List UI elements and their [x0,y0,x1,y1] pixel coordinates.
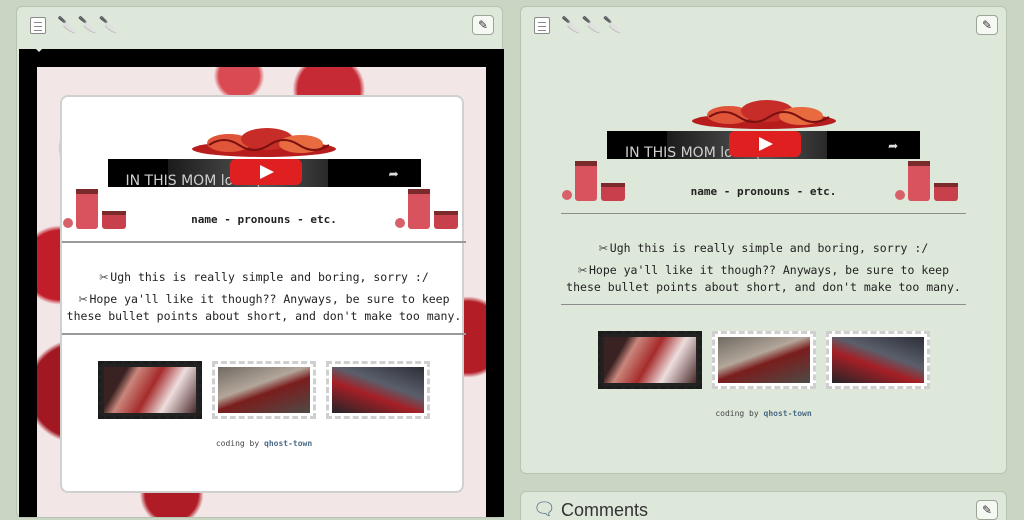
profile-content: IN THIS MOM lood ( ➦ name - pronouns - e… [62,127,466,448]
edit-pencil-button[interactable]: ✎ [472,15,494,35]
stamp-image [212,361,316,419]
jar-icon [63,189,126,229]
youtube-play-icon[interactable] [229,159,302,185]
stamp-image [825,331,930,389]
note-icon [534,17,550,34]
youtube-embed[interactable]: IN THIS MOM lood ( ➦ [107,159,421,187]
bullet-item: ✂ Hope ya'll like it though?? Anyways, be… [566,261,961,295]
stamp-image [711,331,816,389]
credit-link[interactable]: qhost-town [264,439,312,448]
jar-icon [395,189,458,229]
edit-pencil-button[interactable]: ✎ [976,500,998,520]
guts-pixel-art [192,128,336,157]
divider [62,333,466,335]
bullet-x-icon: ✂ [99,268,109,286]
widget-header: 🔪🔪🔪 ✎ [521,7,1006,52]
widget-header: 🔪🔪🔪 ✎ [17,7,502,52]
bullet-x-icon: ✂ [78,290,88,308]
credit-link[interactable]: qhost-town [764,409,812,418]
coding-credit: coding by qhost-town [215,439,313,448]
divider [561,304,966,305]
note-icon [30,17,46,34]
share-icon[interactable]: ➦ [888,137,898,156]
bullet-x-icon: ✂ [598,239,608,257]
youtube-embed[interactable]: IN THIS MOM lood ( ➦ [607,131,920,159]
stamp-image [597,331,702,389]
jar-icon [895,161,958,201]
stamp-gallery [561,331,966,389]
bullet-list: ✂ Ugh this is really simple and boring, s… [62,251,466,325]
stamp-gallery [62,361,466,419]
guts-pixel-art [691,100,836,129]
stamp-image [326,361,430,419]
divider [561,213,966,214]
jar-icon [562,161,625,201]
edit-pencil-button[interactable]: ✎ [976,15,998,35]
bullet-item: ✂ Ugh this is really simple and boring, s… [598,239,929,257]
knife-icons: 🔪🔪🔪 [561,15,624,34]
profile-widget-right: 🔪🔪🔪 ✎ IN THIS MOM lood ( ➦ name - pronou… [520,6,1007,474]
profile-content: IN THIS MOM lood ( ➦ name - pronouns - e… [561,99,966,418]
bullet-item: ✂ Ugh this is really simple and boring, s… [99,268,429,286]
bullet-list: ✂ Ugh this is really simple and boring, s… [561,222,966,296]
stamp-image [98,361,202,419]
comments-header: 🗨 Comments ✎ [521,492,1006,520]
divider [62,241,466,243]
blood-stage: IN THIS MOM lood ( ➦ name - pronouns - e… [19,49,504,517]
profile-card: IN THIS MOM lood ( ➦ name - pronouns - e… [60,95,466,493]
bullet-x-icon: ✂ [577,261,587,279]
profile-widget-left: 🔪🔪🔪 ✎ IN THIS MOM lood ( ➦ name - pronou… [16,6,504,518]
speech-bubble-icon: 🗨 [533,499,556,520]
youtube-play-icon[interactable] [729,131,801,157]
coding-credit: coding by qhost-town [715,409,812,418]
jar-row: name - pronouns - etc. [62,187,466,233]
bullet-item: ✂ Hope ya'll like it though?? Anyways, be… [66,290,462,324]
comments-title: Comments [561,500,649,520]
comments-widget: 🗨 Comments ✎ [520,491,1007,520]
share-icon[interactable]: ➦ [389,165,399,184]
jar-row: name - pronouns - etc. [561,159,966,205]
knife-icons: 🔪🔪🔪 [57,15,120,34]
